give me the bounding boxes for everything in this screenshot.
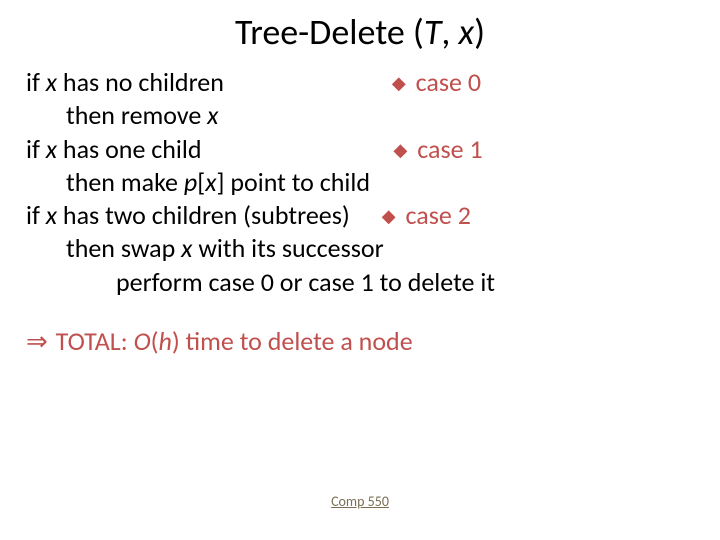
diamond-icon: ◆	[392, 72, 410, 94]
t: then remove	[66, 99, 207, 131]
t: has one child	[57, 133, 201, 165]
t: perform case 0 or case 1 to delete it	[116, 266, 495, 299]
t: then make	[66, 166, 184, 198]
title-text-post: )	[474, 10, 485, 54]
title-var-t: T	[424, 10, 442, 54]
title-text-pre: Tree-Delete (	[235, 10, 424, 54]
var-x: x	[207, 99, 218, 131]
t: TOTAL:	[50, 325, 134, 357]
case0-label: ◆ case 0	[392, 66, 481, 99]
title-sep: ,	[441, 10, 458, 54]
case-text: case 2	[400, 199, 471, 231]
t: ] point to child	[217, 166, 371, 198]
arrow-icon: ⇒	[26, 325, 50, 357]
var-x: x	[205, 166, 216, 198]
t: then swap	[66, 232, 181, 264]
var-h: h	[158, 325, 171, 357]
line-case2-perform: perform case 0 or case 1 to delete it	[26, 266, 694, 299]
case-text: case 1	[411, 133, 482, 165]
title-var-x: x	[459, 10, 475, 54]
var-x: x	[181, 232, 192, 264]
line-case0-if: if x has no children ◆ case 0	[26, 66, 694, 99]
t: if	[26, 66, 46, 98]
diamond-icon: ◆	[394, 139, 412, 161]
t: ) time to delete a node	[172, 325, 413, 357]
var-x: x	[46, 133, 57, 165]
var-p: p	[184, 166, 197, 198]
var-x: x	[46, 66, 57, 98]
case1-label: ◆ case 1	[394, 133, 483, 166]
line-case1-if: if x has one child ◆ case 1	[26, 133, 694, 166]
var-x: x	[46, 199, 57, 231]
line-case2-if: if x has two children (subtrees) ◆ case …	[26, 199, 694, 232]
t: has two children (subtrees)	[57, 199, 350, 231]
case-text: case 0	[410, 66, 481, 98]
slide-content: if x has no children ◆ case 0 then remov…	[26, 66, 694, 358]
big-o: O	[134, 325, 151, 357]
footer-text: Comp 550	[0, 493, 720, 510]
t: if	[26, 133, 46, 165]
line-case1-then: then make p[x] point to child	[26, 166, 694, 199]
total-line: ⇒ TOTAL: O(h) time to delete a node	[26, 325, 694, 358]
line-case0-then: then remove x	[26, 99, 694, 132]
slide-title: Tree-Delete (T, x)	[26, 10, 694, 54]
t: with its successor	[192, 232, 383, 264]
diamond-icon: ◆	[382, 205, 400, 227]
case2-label: ◆ case 2	[382, 199, 471, 232]
t: if	[26, 199, 46, 231]
line-case2-then: then swap x with its successor	[26, 232, 694, 265]
t: has no children	[57, 66, 224, 98]
slide-body: Tree-Delete (T, x) if x has no children …	[0, 0, 720, 358]
